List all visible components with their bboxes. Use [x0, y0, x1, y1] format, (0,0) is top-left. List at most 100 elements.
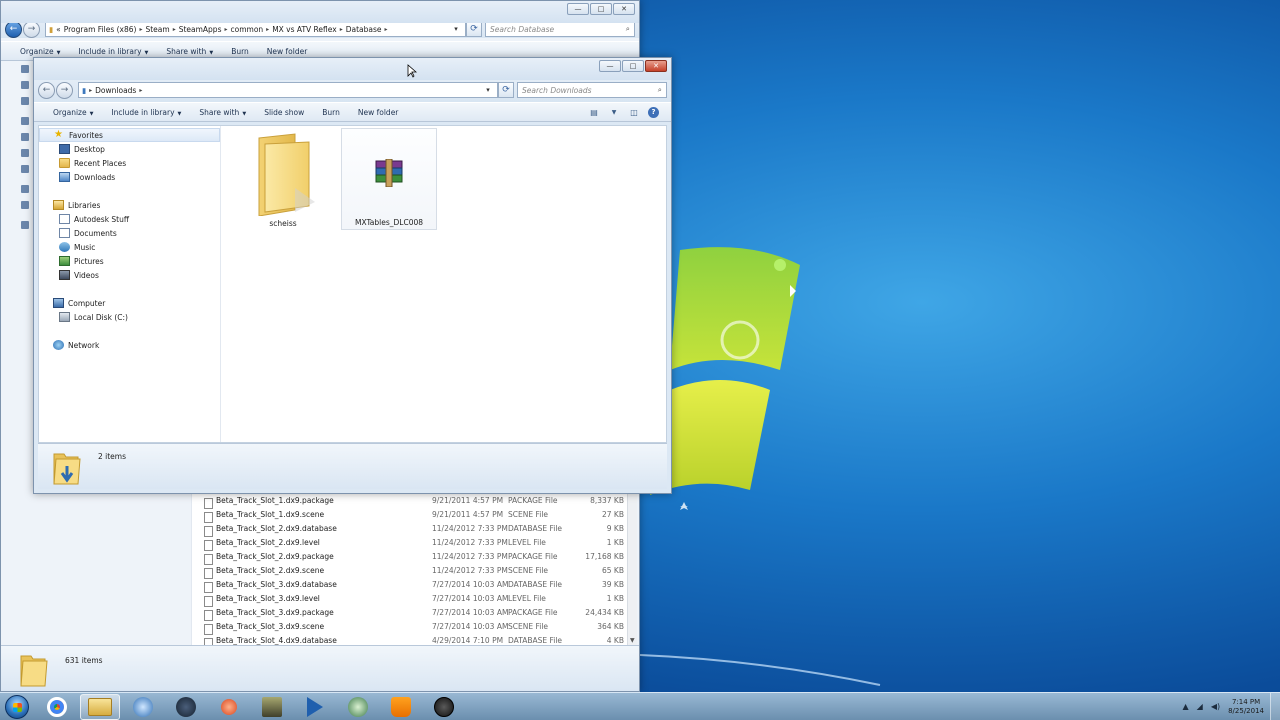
table-row[interactable]: Beta_Track_Slot_2.dx9.level 11/24/2012 7:…	[192, 535, 637, 551]
preview-pane-icon[interactable]: ◫	[628, 107, 640, 117]
refresh-button[interactable]: ⟳	[466, 21, 482, 37]
taskbar-monitor[interactable]	[123, 694, 163, 720]
nav-libraries[interactable]: Libraries	[39, 198, 220, 212]
library-icon[interactable]	[21, 117, 29, 125]
network-signal-icon[interactable]: ◢	[1197, 702, 1203, 711]
address-segment[interactable]: Downloads	[95, 86, 136, 95]
address-segment[interactable]: Steam	[145, 25, 169, 34]
search-icon[interactable]: ⌕	[626, 24, 630, 34]
address-bar[interactable]: ▮ ▸ Downloads ▸ ▾	[78, 82, 498, 98]
nav-documents[interactable]: Documents	[39, 226, 220, 240]
content-view[interactable]: scheiss MXTables_DLC008	[221, 126, 666, 442]
chevron-right-icon[interactable]: ▸	[224, 26, 227, 33]
close-button[interactable]: ✕	[613, 3, 635, 15]
table-row[interactable]: Beta_Track_Slot_3.dx9.database 7/27/2014 …	[192, 577, 637, 593]
taskbar-vlc[interactable]	[381, 694, 421, 720]
address-segment[interactable]: MX vs ATV Reflex	[272, 25, 337, 34]
address-overflow[interactable]: «	[56, 25, 61, 34]
table-row[interactable]: Beta_Track_Slot_2.dx9.scene 11/24/2012 7:…	[192, 563, 637, 579]
search-input[interactable]: Search Database ⌕	[485, 21, 635, 37]
close-button[interactable]: ✕	[645, 60, 667, 72]
clock[interactable]: 7:14 PM 8/25/2014	[1228, 698, 1264, 716]
nav-music[interactable]: Music	[39, 240, 220, 254]
include-in-library-button[interactable]: Include in library ▼	[102, 108, 190, 117]
nav-pictures[interactable]: Pictures	[39, 254, 220, 268]
chevron-right-icon[interactable]: ▸	[139, 26, 142, 33]
taskbar-app-red[interactable]	[209, 694, 249, 720]
address-segment[interactable]: SteamApps	[179, 25, 222, 34]
scroll-down-arrow-icon[interactable]: ▼	[630, 637, 635, 644]
include-in-library-button[interactable]: Include in library ▼	[69, 47, 157, 56]
chevron-down-icon[interactable]: ▾	[450, 25, 462, 33]
disk-icon[interactable]	[21, 201, 29, 209]
refresh-button[interactable]: ⟳	[498, 82, 514, 98]
share-with-button[interactable]: Share with ▼	[157, 47, 222, 56]
favorites-icon[interactable]	[21, 65, 29, 73]
address-segment[interactable]: Database	[346, 25, 382, 34]
nav-autodesk-stuff[interactable]: Autodesk Stuff	[39, 212, 220, 226]
chevron-right-icon[interactable]: ▸	[139, 87, 142, 94]
organize-button[interactable]: Organize ▼	[11, 47, 69, 56]
chevron-down-icon[interactable]: ▼	[608, 107, 620, 117]
address-segment[interactable]: Program Files (x86)	[64, 25, 137, 34]
nav-desktop[interactable]: Desktop	[39, 142, 220, 156]
taskbar-steam[interactable]	[166, 694, 206, 720]
burn-button[interactable]: Burn	[222, 47, 258, 56]
minimize-button[interactable]: —	[567, 3, 589, 15]
volume-icon[interactable]: ◀)	[1211, 702, 1220, 711]
computer-icon[interactable]	[21, 185, 29, 193]
chevron-right-icon[interactable]: ▸	[385, 26, 388, 33]
nav-local-disk[interactable]: Local Disk (C:)	[39, 310, 220, 324]
taskbar-chrome[interactable]	[37, 694, 77, 720]
archive-item[interactable]: MXTables_DLC008	[341, 128, 437, 230]
taskbar-app-dark[interactable]	[252, 694, 292, 720]
taskbar-audio[interactable]	[338, 694, 378, 720]
show-hidden-icons-icon[interactable]: ▲	[1183, 702, 1189, 711]
share-with-button[interactable]: Share with ▼	[190, 108, 255, 117]
help-icon[interactable]: ?	[648, 106, 659, 118]
table-row[interactable]: Beta_Track_Slot_2.dx9.package 11/24/2012 …	[192, 549, 637, 565]
taskbar-media-player[interactable]	[295, 694, 335, 720]
new-folder-button[interactable]: New folder	[258, 47, 317, 56]
table-row[interactable]: Beta_Track_Slot_2.dx9.database 11/24/2012…	[192, 521, 637, 537]
slide-show-button[interactable]: Slide show	[255, 108, 313, 117]
nav-favorites[interactable]: ★ Favorites	[39, 128, 220, 142]
nav-network[interactable]: Network	[39, 338, 220, 352]
folder-item[interactable]: scheiss	[235, 128, 331, 230]
maximize-button[interactable]: □	[590, 3, 612, 15]
start-button[interactable]	[0, 693, 34, 720]
nav-videos[interactable]: Videos	[39, 268, 220, 282]
table-row[interactable]: Beta_Track_Slot_3.dx9.level 7/27/2014 10:…	[192, 591, 637, 607]
vertical-scrollbar[interactable]: ▼	[627, 493, 637, 646]
table-row[interactable]: Beta_Track_Slot_1.dx9.scene 9/21/2011 4:5…	[192, 507, 637, 523]
forward-button[interactable]: →	[23, 20, 40, 38]
back-button[interactable]: ←	[5, 20, 22, 38]
taskbar-obs[interactable]	[424, 694, 464, 720]
picture-icon[interactable]	[21, 165, 29, 173]
minimize-button[interactable]: —	[599, 60, 621, 72]
burn-button[interactable]: Burn	[313, 108, 349, 117]
organize-button[interactable]: Organize ▼	[44, 108, 102, 117]
chevron-right-icon[interactable]: ▸	[173, 26, 176, 33]
table-row[interactable]: Beta_Track_Slot_1.dx9.package 9/21/2011 4…	[192, 493, 637, 509]
chevron-right-icon[interactable]: ▸	[340, 26, 343, 33]
change-view-icon[interactable]: ▤	[588, 107, 600, 117]
title-bar[interactable]: — □ ✕	[34, 58, 671, 80]
show-desktop-button[interactable]	[1270, 692, 1280, 720]
search-input[interactable]: Search Downloads ⌕	[517, 82, 667, 98]
search-icon[interactable]: ⌕	[658, 85, 662, 95]
chevron-down-icon[interactable]: ▾	[482, 86, 494, 94]
title-bar[interactable]: — □ ✕	[1, 1, 639, 23]
forward-button[interactable]: →	[56, 81, 73, 99]
nav-computer[interactable]: Computer	[39, 296, 220, 310]
folder-icon[interactable]	[21, 81, 29, 89]
table-row[interactable]: Beta_Track_Slot_3.dx9.scene 7/27/2014 10:…	[192, 619, 637, 635]
address-bar[interactable]: ▮ « Program Files (x86) ▸ Steam ▸ SteamApp…	[45, 21, 466, 37]
folder-icon[interactable]	[21, 97, 29, 105]
chevron-right-icon[interactable]: ▸	[89, 87, 92, 94]
explorer-window-downloads[interactable]: — □ ✕ ← → ▮ ▸ Downloads ▸ ▾ ⟳ Search Dow…	[33, 57, 672, 494]
taskbar-explorer[interactable]	[80, 693, 120, 720]
nav-recent-places[interactable]: Recent Places	[39, 156, 220, 170]
nav-downloads[interactable]: Downloads	[39, 170, 220, 184]
address-segment[interactable]: common	[231, 25, 264, 34]
